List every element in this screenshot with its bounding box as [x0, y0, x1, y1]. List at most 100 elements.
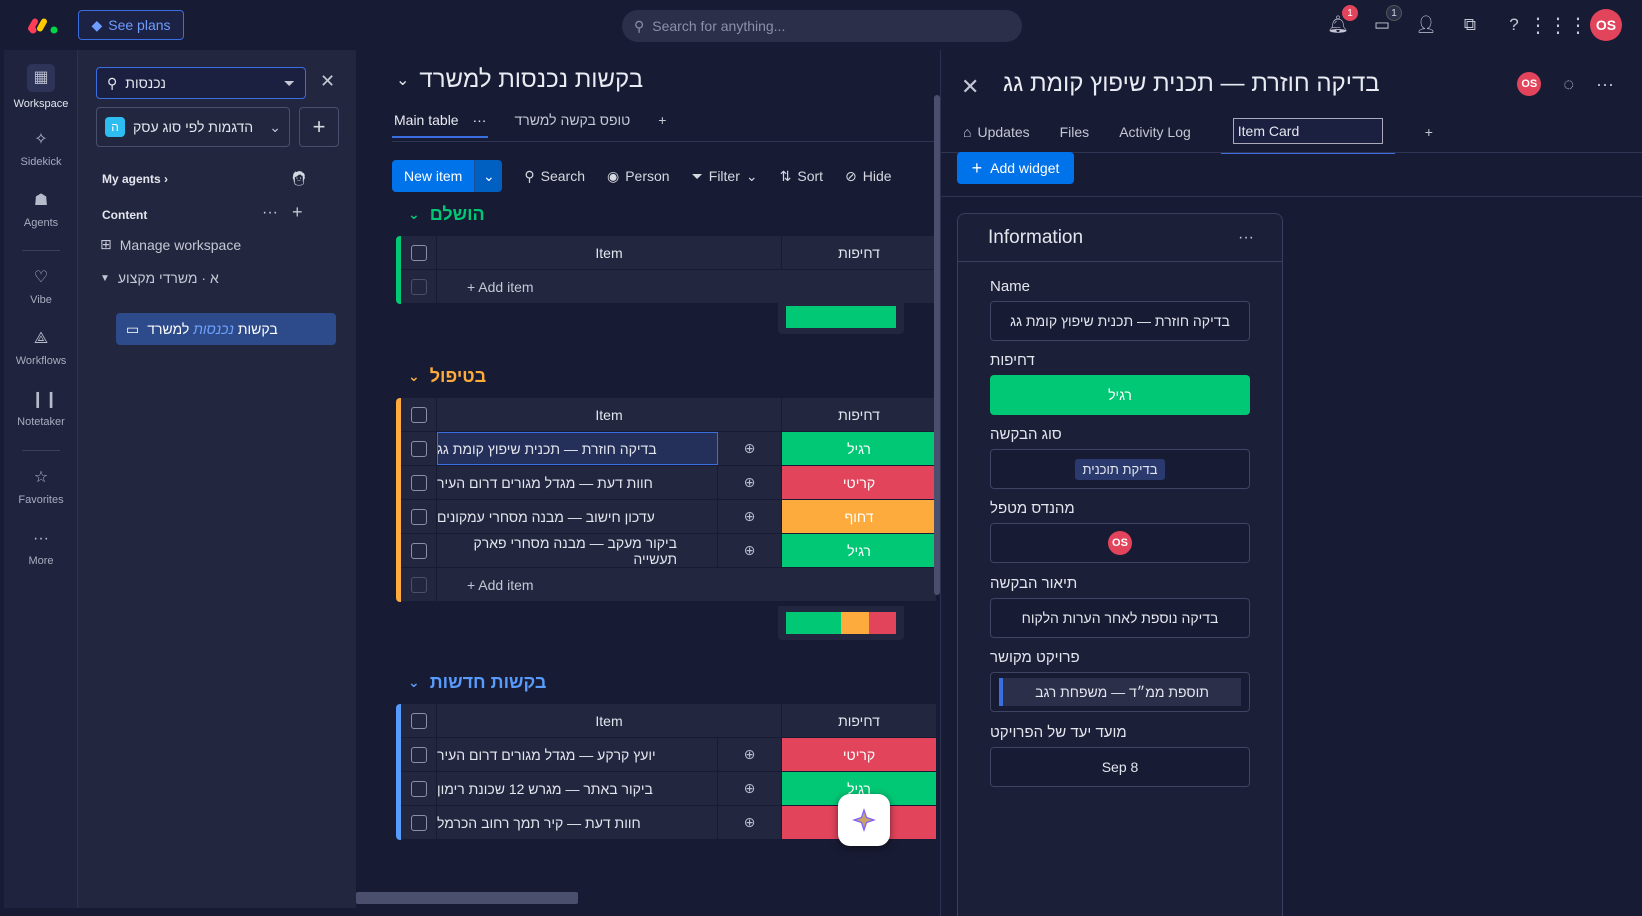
hide-button[interactable]: ⊘ Hide — [845, 168, 892, 185]
priority-status-cell[interactable]: דחוף — [782, 500, 936, 533]
sidebar-board-item[interactable]: ▭ בקשות נכנסות למשרד — [116, 313, 336, 345]
sort-button[interactable]: ⇅ Sort — [780, 168, 823, 185]
bell-icon[interactable]: 🔔︎ 1 — [1326, 5, 1358, 37]
item-title[interactable]: בדיקה חוזרת — תכנית שיפוץ קומת גג — [1003, 70, 1380, 98]
more-icon[interactable]: ··· — [1238, 229, 1254, 247]
close-icon[interactable]: ✕ — [320, 71, 335, 92]
user-avatar[interactable]: OS — [1590, 9, 1622, 41]
add-update-icon[interactable]: ⊕ — [718, 806, 782, 839]
add-icon[interactable]: + — [292, 202, 303, 223]
apps-puzzle-icon[interactable]: ⧉ — [1458, 13, 1482, 37]
table-row[interactable]: עדכון חישוב — מבנה מסחרי עמקונים ⊕ דחוף — [401, 500, 936, 534]
manage-workspace-link[interactable]: ⊞ Manage workspace — [100, 236, 241, 253]
column-header-item[interactable]: Item — [437, 236, 782, 269]
table-row[interactable]: חוות דעת — מגדל מגורים דרום העיר ⊕ קריטי — [401, 466, 936, 500]
nav-agents[interactable]: ☗ Agents — [4, 191, 78, 229]
more-icon[interactable]: ··· — [262, 204, 278, 222]
engineer-people-picker[interactable]: OS — [990, 523, 1250, 563]
add-update-icon[interactable]: ⊕ — [718, 534, 782, 567]
sidebar-search-input[interactable]: ⚲ נכנסות ⏷ — [96, 67, 306, 99]
monday-logo[interactable] — [28, 14, 60, 36]
table-row[interactable]: ביקור מעקב — מבנה מסחרי פארק תעשייה ⊕ רג… — [401, 534, 936, 568]
column-header-priority[interactable]: דחיפות — [782, 407, 936, 423]
add-update-icon[interactable]: ⊕ — [718, 772, 782, 805]
item-name-cell[interactable]: ביקור באתר — מגרש 12 שכונת רימון — [437, 772, 718, 805]
row-checkbox[interactable] — [410, 542, 427, 559]
add-item-row[interactable]: + Add item — [401, 270, 936, 304]
nav-workflows[interactable]: ⟁ Workflows — [4, 329, 78, 367]
add-view-icon[interactable]: + — [656, 108, 668, 138]
priority-status[interactable]: רגיל — [990, 375, 1250, 415]
row-checkbox[interactable] — [410, 780, 427, 797]
add-tab-icon[interactable]: + — [1425, 120, 1433, 150]
column-header-priority[interactable]: דחיפות — [782, 245, 936, 261]
more-icon[interactable]: ··· — [472, 112, 486, 128]
folder-item[interactable]: ▼ א · משרדי מקצוע — [100, 270, 219, 286]
chevron-down-icon[interactable]: ⌄ — [474, 160, 503, 192]
help-icon[interactable]: ? — [1502, 13, 1526, 37]
filter-button[interactable]: ⏷ Filter ⌄ — [692, 168, 758, 185]
tab-activity-log[interactable]: Activity Log — [1119, 120, 1191, 150]
add-item-row[interactable]: + Add item — [401, 568, 936, 602]
priority-status-cell[interactable]: רגיל — [782, 534, 936, 567]
group-title-done[interactable]: ⌄ הושלם — [408, 204, 485, 225]
nav-favorites[interactable]: ☆ Favorites — [4, 468, 78, 506]
row-checkbox[interactable] — [410, 440, 427, 457]
name-input[interactable]: בדיקה חוזרת — תכנית שיפוץ קומת גג — [990, 301, 1250, 341]
row-checkbox[interactable] — [410, 814, 427, 831]
group-title-in-progress[interactable]: ⌄ בטיפול — [408, 366, 486, 387]
filter-icon[interactable]: ⏷ — [284, 75, 295, 92]
nav-notetaker[interactable]: ❙❙ Notetaker — [4, 390, 78, 428]
nav-more[interactable]: ··· More — [4, 529, 78, 567]
item-name-cell[interactable]: חוות דעת — קיר תמך רחוב הכרמל — [437, 806, 718, 839]
add-update-icon[interactable]: ⊕ — [718, 432, 782, 465]
select-all-checkbox[interactable] — [410, 244, 427, 261]
table-row[interactable]: יועץ קרקע — מגדל מגורים דרום העיר ⊕ קריט… — [401, 738, 936, 772]
item-name-cell[interactable]: חוות דעת — מגדל מגורים דרום העיר — [437, 466, 718, 499]
add-update-icon[interactable]: ⊕ — [718, 738, 782, 771]
tab-updates[interactable]: ⌂ Updates — [963, 120, 1030, 150]
description-input[interactable]: בדיקה נוספת לאחר הערות הלקוח — [990, 598, 1250, 638]
product-switcher-icon[interactable]: ⋮⋮⋮ — [1528, 13, 1588, 37]
add-update-icon[interactable]: ⊕ — [718, 466, 782, 499]
request-type-dropdown[interactable]: בדיקת תוכנית — [990, 449, 1250, 489]
add-update-icon[interactable]: ⊕ — [718, 500, 782, 533]
horizontal-scrollbar[interactable] — [356, 892, 578, 904]
see-plans-button[interactable]: ◆ See plans — [78, 10, 184, 40]
deadline-date-picker[interactable]: 8 Sep — [990, 747, 1250, 787]
workspace-selector[interactable]: ה הדגמות לפי סוג עסק ⌄ — [96, 107, 290, 147]
linked-project-picker[interactable]: תוספת ממ״ד — משפחת רגב — [990, 672, 1250, 712]
column-header-priority[interactable]: דחיפות — [782, 713, 936, 729]
item-name-cell[interactable]: יועץ קרקע — מגדל מגורים דרום העיר — [437, 738, 718, 771]
row-checkbox[interactable] — [410, 474, 427, 491]
table-row[interactable]: בדיקה חוזרת — תכנית שיפוץ קומת גג ⊕ רגיל — [401, 432, 936, 466]
row-checkbox[interactable] — [410, 746, 427, 763]
close-icon[interactable]: ✕ — [961, 74, 979, 100]
row-checkbox[interactable] — [410, 508, 427, 525]
tab-item-card[interactable] — [1220, 116, 1395, 154]
global-search[interactable]: ⚲ Search for anything... — [622, 10, 1022, 42]
add-workspace-item-button[interactable]: + — [299, 107, 339, 147]
column-header-item[interactable]: Item — [437, 398, 782, 431]
select-all-checkbox[interactable] — [410, 712, 427, 729]
select-all-checkbox[interactable] — [410, 406, 427, 423]
inbox-icon[interactable]: ▭ 1 — [1370, 5, 1402, 37]
nav-workspace[interactable]: ▦ Workspace — [4, 64, 78, 110]
tab-files[interactable]: Files — [1060, 120, 1090, 150]
ai-assistant-button[interactable] — [838, 794, 890, 846]
tab-request-form[interactable]: טופס בקשה למשרד — [512, 108, 632, 138]
tab-main-table[interactable]: Main table ··· — [392, 108, 489, 138]
nav-sidekick[interactable]: ✧ Sidekick — [4, 130, 78, 168]
priority-status-cell[interactable]: רגיל — [782, 432, 936, 465]
item-name-cell[interactable]: בדיקה חוזרת — תכנית שיפוץ קומת גג — [437, 432, 718, 465]
tab-name-input[interactable] — [1232, 118, 1383, 144]
linked-project-item[interactable]: תוספת ממ״ד — משפחת רגב — [999, 678, 1241, 706]
more-icon[interactable]: ··· — [1596, 74, 1614, 95]
item-name-cell[interactable]: ביקור מעקב — מבנה מסחרי פארק תעשייה — [437, 534, 718, 567]
search-button[interactable]: ⚲ Search — [524, 168, 585, 185]
user-avatar[interactable]: OS — [1517, 72, 1542, 96]
chat-icon[interactable]: ◌ — [1563, 74, 1574, 95]
priority-status-cell[interactable]: קריטי — [782, 466, 936, 499]
column-header-item[interactable]: Item — [437, 704, 782, 737]
group-title-new-requests[interactable]: ⌄ בקשות חדשות — [408, 672, 546, 693]
